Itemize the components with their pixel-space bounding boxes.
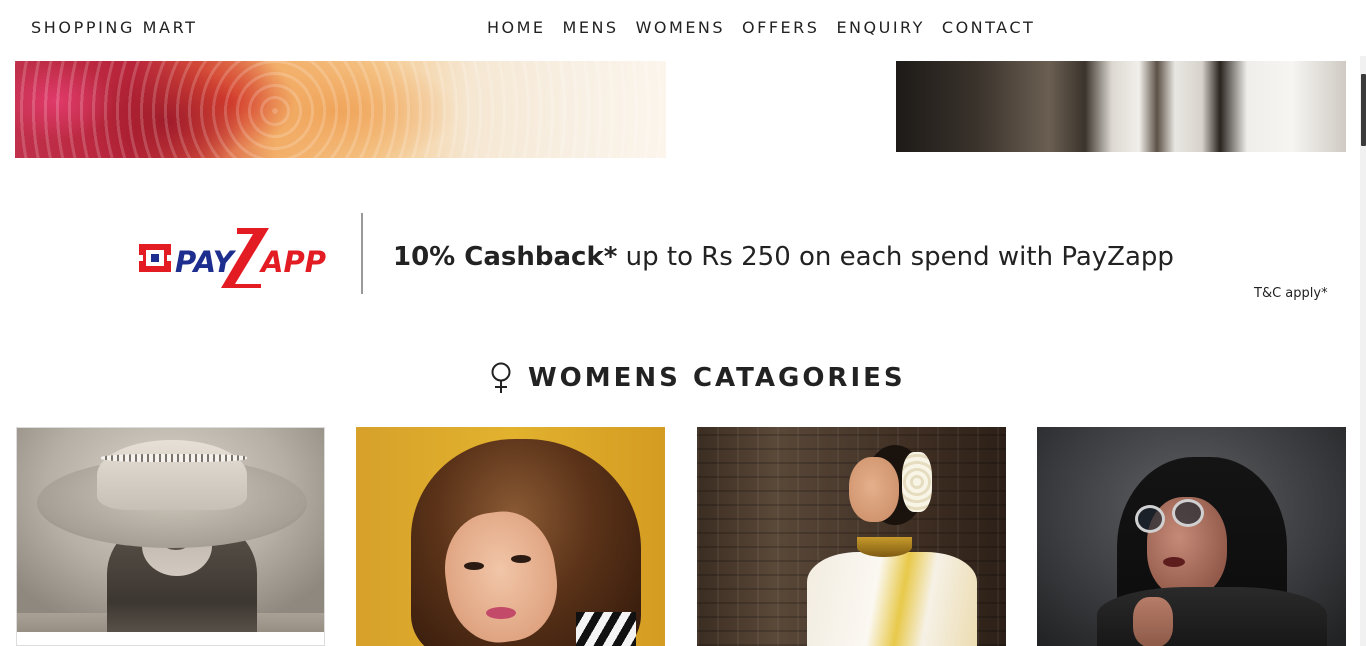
- fabric-pattern: [15, 61, 666, 158]
- photo-lips: [486, 607, 516, 619]
- nav-link-contact[interactable]: CONTACT: [942, 18, 1035, 37]
- nav-link-offers[interactable]: OFFERS: [742, 18, 819, 37]
- offer-headline-rest: up to Rs 250 on each spend with PayZapp: [617, 242, 1174, 272]
- photo-hat-band: [101, 454, 247, 462]
- photo-lips: [1163, 557, 1185, 567]
- photo-hair-flowers: [902, 452, 932, 512]
- photo-hand: [1133, 597, 1173, 646]
- category-card-sunglasses[interactable]: [1037, 427, 1346, 646]
- nav-link-mens[interactable]: MENS: [563, 18, 619, 37]
- photo-jacket: [1097, 587, 1327, 646]
- nav-link-enquiry[interactable]: ENQUIRY: [836, 18, 924, 37]
- photo-eye: [511, 555, 531, 563]
- photo-sunglass-lens: [1172, 499, 1204, 527]
- terms-note[interactable]: T&C apply*: [1254, 286, 1328, 301]
- category-card-makeup[interactable]: [356, 427, 665, 646]
- nav-link-womens[interactable]: WOMENS: [636, 18, 725, 37]
- hdfc-square-icon: [137, 244, 173, 272]
- photo-eye: [464, 562, 484, 570]
- card-caption-area: [17, 632, 324, 645]
- photo-hat-crown: [97, 440, 247, 510]
- photo-necklace: [857, 537, 912, 557]
- photo-striped-top: [576, 612, 636, 646]
- offer-divider: [361, 213, 363, 294]
- brand-logo[interactable]: SHOPPING MART: [31, 18, 198, 37]
- section-title: WOMENS CATAGORIES: [528, 363, 906, 393]
- banner-image-sarees[interactable]: [15, 61, 666, 158]
- category-card-saree[interactable]: [697, 427, 1006, 646]
- nav-links: HOME MENS WOMENS OFFERS ENQUIRY CONTACT: [487, 18, 1035, 37]
- section-heading: WOMENS CATAGORIES: [488, 360, 906, 396]
- offer-headline: 10% Cashback* up to Rs 250 on each spend…: [393, 242, 1174, 272]
- payzapp-logo-text-pay: PAY: [175, 245, 237, 279]
- navbar: SHOPPING MART HOME MENS WOMENS OFFERS EN…: [0, 0, 1366, 56]
- category-card-hat[interactable]: [16, 427, 325, 646]
- payzapp-logo-text-app: APP: [259, 245, 326, 279]
- payzapp-logo[interactable]: PAY APP: [137, 226, 327, 290]
- offer-headline-bold: 10% Cashback*: [393, 242, 618, 272]
- scrollbar-thumb[interactable]: [1361, 74, 1366, 146]
- photo-face: [849, 457, 899, 522]
- photo-sunglass-lens: [1135, 505, 1165, 533]
- nav-link-home[interactable]: HOME: [487, 18, 546, 37]
- photo-saree: [807, 552, 977, 646]
- female-icon: [491, 362, 511, 393]
- banner-image-clothes-rack[interactable]: [896, 61, 1346, 152]
